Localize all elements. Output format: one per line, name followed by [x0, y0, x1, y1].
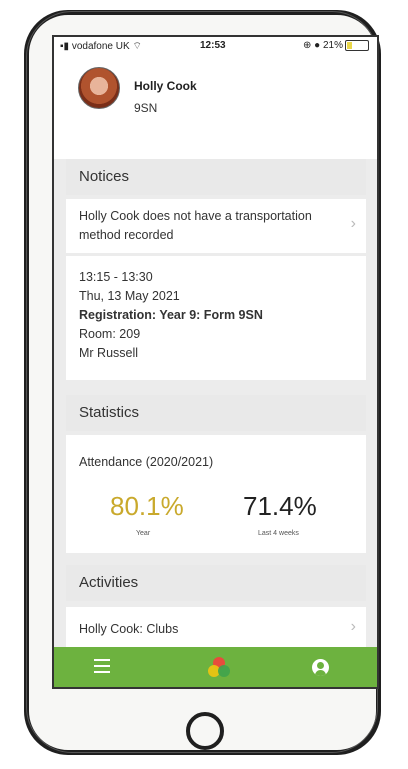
- registration-event: Registration: Year 9: Form 9SN: [79, 308, 263, 322]
- transport-notice-text: Holly Cook does not have a transportatio…: [79, 209, 312, 242]
- battery-icon: [345, 40, 369, 51]
- activity-clubs-text: Holly Cook: Clubs: [79, 622, 179, 636]
- profile-header: ▪▮ vodafone UK ⌔ 12:53 ⊕ ● 21% Holly Coo…: [54, 37, 377, 159]
- bottom-nav-bar: [54, 647, 377, 687]
- user-icon[interactable]: [312, 659, 329, 676]
- attendance-card[interactable]: Attendance (2020/2021) 80.1% Year 71.4% …: [66, 435, 366, 553]
- attendance-recent-label: Last 4 weeks: [258, 530, 299, 537]
- notices-heading: Notices: [66, 159, 366, 195]
- statistics-heading: Statistics: [66, 395, 366, 431]
- signal-icon: ▪▮: [60, 41, 70, 52]
- registration-card[interactable]: 13:15 - 13:30 Thu, 13 May 2021 Registrat…: [66, 256, 366, 380]
- alarm-icon: ⊕: [302, 40, 312, 52]
- chevron-right-icon: ›: [350, 618, 356, 635]
- attendance-year-value: 80.1%: [110, 491, 184, 521]
- menu-icon[interactable]: [94, 659, 110, 677]
- battery-percent: 21%: [322, 40, 343, 52]
- app-screen: ▪▮ vodafone UK ⌔ 12:53 ⊕ ● 21% Holly Coo…: [52, 35, 379, 689]
- attendance-year-label: Year: [136, 530, 151, 537]
- wifi-icon: ⌔: [132, 41, 142, 52]
- status-time: 12:53: [200, 40, 226, 51]
- status-bar: ▪▮ vodafone UK ⌔ 12:53 ⊕ ● 21%: [54, 37, 377, 55]
- registration-teacher: Mr Russell: [79, 346, 139, 360]
- attendance-recent-value: 71.4%: [243, 491, 317, 521]
- lock-icon: ●: [314, 40, 321, 52]
- registration-time: 13:15 - 13:30: [79, 270, 153, 284]
- attendance-label: Attendance (2020/2021): [79, 455, 214, 469]
- registration-room: Room: 209: [79, 327, 141, 341]
- student-name: Holly Cook: [134, 79, 197, 93]
- registration-date: Thu, 13 May 2021: [79, 289, 180, 303]
- student-form: 9SN: [134, 101, 158, 115]
- app-logo-icon[interactable]: [206, 655, 232, 681]
- chevron-right-icon: ›: [350, 215, 356, 232]
- activity-clubs-row[interactable]: Holly Cook: Clubs ›: [66, 607, 366, 647]
- home-button[interactable]: [186, 712, 224, 750]
- avatar[interactable]: [78, 67, 120, 109]
- activities-heading: Activities: [66, 565, 366, 601]
- transport-notice-row[interactable]: Holly Cook does not have a transportatio…: [66, 199, 366, 253]
- carrier-name: vodafone UK: [71, 41, 130, 52]
